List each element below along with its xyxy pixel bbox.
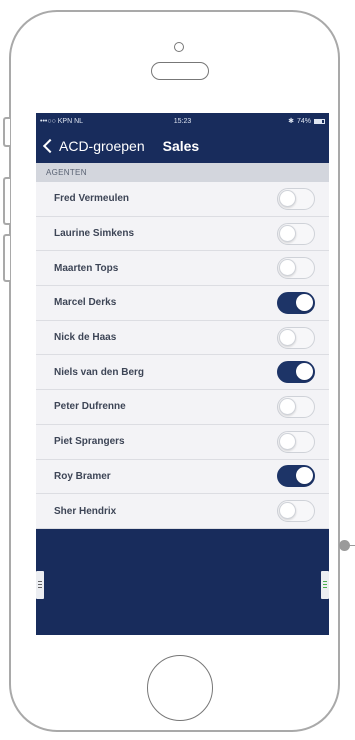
chevron-left-icon: [42, 138, 58, 154]
list-item: Marcel Derks: [36, 286, 329, 321]
right-drawer-handle[interactable]: [321, 570, 329, 599]
toggle-knob: [296, 467, 313, 485]
toggle-knob: [279, 432, 296, 450]
list-item: Nick de Haas: [36, 320, 329, 356]
agent-rows: Fred Vermeulen Laurine Simkens Maarten Top…: [36, 182, 329, 529]
agent-name: Laurine Simkens: [54, 228, 135, 240]
list-item: Piet Sprangers: [36, 424, 329, 460]
agent-name: Niels van den Berg: [54, 366, 145, 378]
volume-up-button: [3, 177, 10, 225]
agent-name: Piet Sprangers: [54, 436, 125, 448]
list-item: Maarten Tops: [36, 251, 329, 287]
mute-switch: [3, 117, 10, 147]
agent-name: Peter Dufrenne: [54, 401, 126, 413]
agent-name: Roy Bramer: [54, 470, 111, 482]
list-item: Sher Hendrix: [36, 494, 329, 529]
toggle-knob: [279, 397, 296, 415]
agent-name: Nick de Haas: [54, 332, 117, 344]
agent-toggle[interactable]: [277, 291, 315, 314]
battery-icon: [314, 118, 325, 124]
empty-area: [36, 529, 329, 635]
agent-toggle[interactable]: [277, 187, 315, 210]
camera-icon: [174, 42, 184, 52]
volume-down-button: [3, 234, 10, 282]
toggle-knob: [279, 224, 296, 242]
toggle-knob: [296, 363, 313, 381]
back-button[interactable]: ACD-groepen: [36, 138, 145, 154]
list-item: Roy Bramer: [36, 459, 329, 495]
list-item: Peter Dufrenne: [36, 390, 329, 425]
agent-toggle[interactable]: [277, 361, 315, 384]
annotation-line: [349, 545, 355, 546]
agent-toggle[interactable]: [277, 222, 315, 245]
agent-toggle[interactable]: [277, 326, 315, 349]
agent-toggle[interactable]: [277, 395, 315, 418]
agent-toggle[interactable]: [277, 430, 315, 453]
list-item: Fred Vermeulen: [36, 182, 329, 217]
agent-toggle[interactable]: [277, 257, 315, 280]
status-bar: •••○○ KPN NL 15:23 ✱ 74%: [36, 113, 329, 129]
agent-name: Fred Vermeulen: [54, 193, 130, 205]
app-screen: •••○○ KPN NL 15:23 ✱ 74% ACD-groepen Sal…: [36, 113, 329, 635]
list-item: Niels van den Berg: [36, 355, 329, 391]
status-time: 15:23: [173, 117, 192, 125]
agent-toggle[interactable]: [277, 500, 315, 523]
agent-name: Marcel Derks: [54, 297, 117, 309]
back-button-label: ACD-groepen: [59, 138, 145, 154]
agent-name: Maarten Tops: [54, 262, 119, 274]
toggle-knob: [279, 328, 296, 346]
left-drawer-handle[interactable]: [36, 570, 44, 599]
home-button[interactable]: [147, 655, 213, 721]
agent-list: AGENTEN Fred Vermeulen Laurine Simkens Maa…: [36, 163, 329, 529]
agent-name: Sher Hendrix: [54, 505, 117, 517]
page-title: Sales: [162, 138, 200, 154]
list-item: Laurine Simkens: [36, 216, 329, 252]
agent-toggle[interactable]: [277, 465, 315, 488]
nav-bar: ACD-groepen Sales: [36, 129, 329, 163]
toggle-knob: [279, 189, 296, 207]
section-header: AGENTEN: [36, 163, 329, 182]
toggle-knob: [279, 502, 296, 520]
toggle-knob: [296, 293, 313, 311]
speaker-grille: [151, 62, 209, 80]
toggle-knob: [279, 259, 296, 277]
